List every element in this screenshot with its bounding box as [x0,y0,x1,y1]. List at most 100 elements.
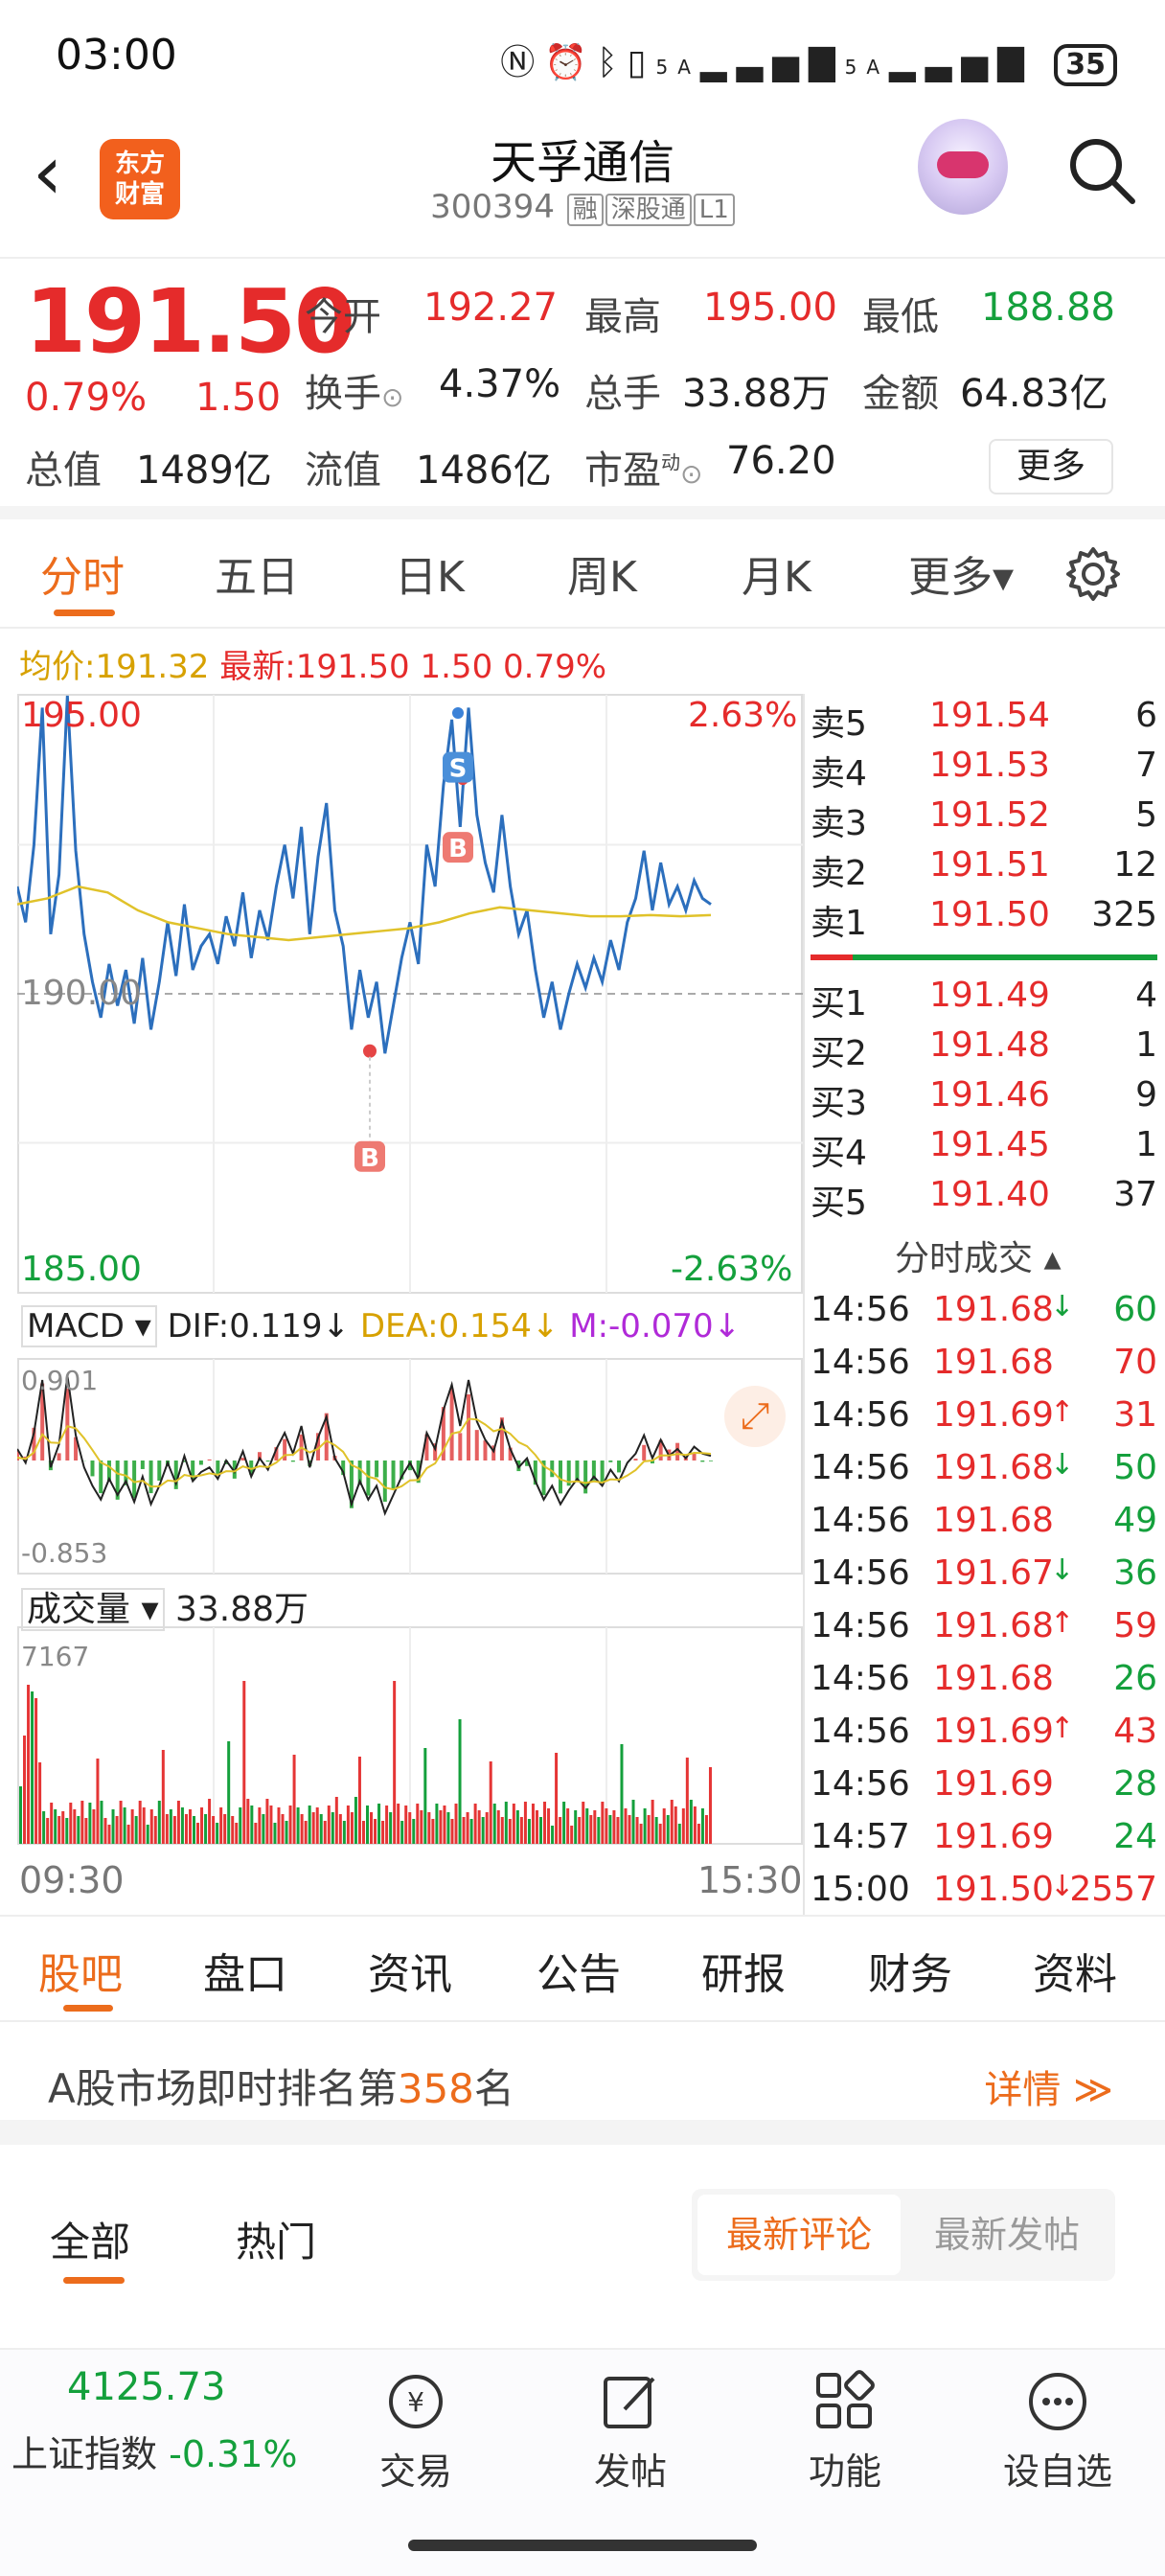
volume-label: 总手 [584,372,661,416]
volume-bar [693,1806,697,1844]
tab-more[interactable]: 更多▾ [908,542,1014,604]
volume-bar [138,1801,142,1844]
volume-bar [412,1819,416,1844]
bid-ask-bar [811,954,1157,960]
volume-bar [208,1799,212,1844]
sort-latest-comment[interactable]: 最新评论 [697,2195,901,2275]
ask-row[interactable]: 卖5 191.54 6 [811,696,1157,744]
volume-bar [658,1824,662,1844]
open-value: 192.27 [423,286,558,330]
ask-row[interactable]: 卖4 191.53 7 [811,746,1157,794]
rank-details-link[interactable]: 详情 ≫ [984,2058,1113,2114]
more-quote-button[interactable]: 更多 [989,439,1113,494]
volume-bar [624,1808,628,1844]
volume-bar [100,1801,103,1844]
ask-row[interactable]: 卖1 191.50 325 [811,895,1157,943]
volume-bar [489,1761,492,1844]
tab-forum[interactable]: 股吧 [38,1940,123,2001]
volume-bar [57,1816,61,1844]
edit-icon [604,2377,655,2428]
vibrate-icon: ▯ [627,43,656,82]
volume-bar [42,1811,46,1844]
volume-bar [34,1698,38,1844]
tab-announcements[interactable]: 公告 [537,1940,621,2001]
trade-row: 14:56 191.68 26 [811,1659,1157,1698]
volume-selector[interactable]: 成交量 ▾ [21,1588,165,1631]
gear-icon[interactable] [1063,544,1123,604]
bid-row[interactable]: 买5 191.40 37 [811,1175,1157,1223]
trade-row: 14:56 191.68 ↑ 59 [811,1606,1157,1645]
volume-bar [357,1757,361,1844]
volume-bar [639,1824,643,1844]
index-name[interactable]: 上证指数 -0.31% [11,2425,298,2477]
volume-bar [597,1817,601,1844]
high-label: 最高 [584,295,661,339]
turnover-label[interactable]: 换手⊙ [305,362,403,418]
pct-min-label: -2.63% [671,1250,793,1289]
tab-monthly-k[interactable]: 月K [742,542,811,604]
volume-bar [697,1824,700,1844]
volume-bar [149,1809,153,1844]
macd-min: -0.853 [21,1537,108,1569]
trade-row: 14:56 191.69 ↑ 43 [811,1712,1157,1751]
tab-five-day[interactable]: 五日 [215,542,299,604]
tab-market[interactable]: 盘口 [203,1940,287,2001]
volume-bar [389,1812,393,1844]
book-divider [803,694,805,1915]
bid-row[interactable]: 买1 191.49 4 [811,976,1157,1024]
volume-bar [481,1817,485,1844]
tab-research[interactable]: 研报 [701,1940,786,2001]
ask-row[interactable]: 卖3 191.52 5 [811,795,1157,843]
search-icon[interactable] [1063,132,1140,209]
tab-news[interactable]: 资讯 [368,1940,452,2001]
trade-marker-label: S [449,755,468,784]
bluetooth-icon: ᛒ [597,43,628,82]
volume-bar [492,1804,496,1844]
volume-bar [239,1807,242,1844]
index-value[interactable]: 4125.73 [67,2365,225,2409]
volume-bar [84,1818,88,1844]
macd-selector[interactable]: MACD ▾ [21,1305,157,1347]
volume-bar [153,1816,157,1844]
tab-weekly-k[interactable]: 周K [567,542,637,604]
filter-underline [63,2277,125,2284]
nav-add-watchlist[interactable]: 设自选 [971,2367,1144,2495]
nav-functions[interactable]: 功能 [759,2367,931,2495]
tab-finance[interactable]: 财务 [868,1940,952,2001]
volume-bar [96,1759,100,1844]
filter-all[interactable]: 全部 [50,2210,130,2268]
bid-row[interactable]: 买2 191.48 1 [811,1025,1157,1073]
volume-bar [381,1821,385,1844]
volume-bar [69,1803,73,1844]
trade-row: 14:56 191.69 28 [811,1764,1157,1804]
volume-bar [477,1810,481,1844]
volume-bar [431,1819,435,1844]
volume-bar [420,1810,423,1844]
volume-bar [473,1804,477,1844]
tab-profile[interactable]: 资料 [1033,1940,1117,2001]
trades-title[interactable]: 分时成交 ▴ [895,1230,1062,1280]
volume-bar [404,1806,408,1844]
volume-bar [196,1823,200,1844]
svg-text:¥: ¥ [407,2386,424,2418]
volume-bar [685,1758,689,1844]
bottom-tab-underline [63,2005,113,2012]
volume-bar [559,1817,562,1844]
nav-trade[interactable]: ¥ 交易 [330,2367,502,2495]
bid-row[interactable]: 买3 191.46 9 [811,1075,1157,1123]
pe-label[interactable]: 市盈动⊙ [584,439,702,494]
robot-assistant-icon[interactable] [918,119,1008,215]
ask-row[interactable]: 卖2 191.51 12 [811,845,1157,893]
tab-daily-k[interactable]: 日K [395,542,465,604]
bid-row[interactable]: 买4 191.45 1 [811,1125,1157,1173]
sort-latest-post[interactable]: 最新发帖 [904,2195,1109,2275]
nav-post[interactable]: 发帖 [544,2367,717,2495]
filter-hot[interactable]: 热门 [236,2210,316,2268]
volume-bar [674,1806,677,1844]
expand-icon[interactable]: ⤢ [724,1386,786,1447]
volume-bar [361,1821,365,1844]
volume-bar [589,1815,593,1844]
tab-intraday[interactable]: 分时 [40,542,125,604]
volume-bar [172,1816,176,1844]
volume-bar [54,1809,57,1844]
